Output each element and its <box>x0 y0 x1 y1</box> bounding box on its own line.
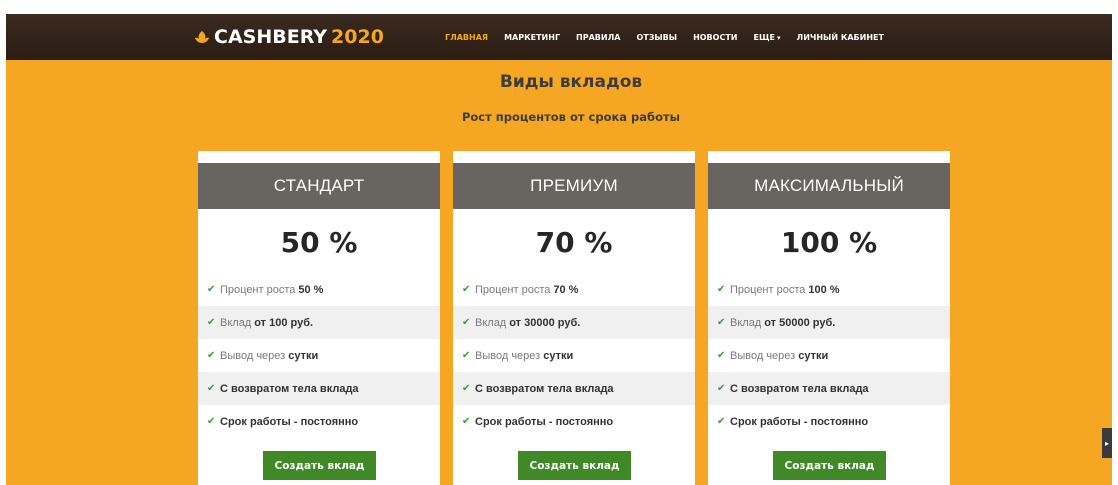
feature-label: Вклад <box>475 316 507 329</box>
nav-item-news[interactable]: НОВОСТИ <box>693 33 737 42</box>
main-menu: ГЛАВНАЯ МАРКЕТИНГ ПРАВИЛА ОТЗЫВЫ НОВОСТИ… <box>445 30 884 44</box>
create-deposit-button[interactable]: Создать вклад <box>773 451 886 480</box>
feature-label: Процент роста <box>730 283 806 296</box>
feature-label: Срок работы - постоянно <box>220 415 359 428</box>
plan-name: ПРЕМИУМ <box>453 163 695 209</box>
top-navbar: CASHBERY 2020 ГЛАВНАЯ МАРКЕТИНГ ПРАВИЛА … <box>6 14 1112 60</box>
feature-withdraw: ✔ Вывод через сутки <box>198 339 440 372</box>
feature-label: С возвратом тела вклада <box>220 382 359 395</box>
feature-label: Вывод через <box>220 349 286 362</box>
plan-card-premium: ПРЕМИУМ 70 % ✔ Процент роста 70 % ✔ Вклад от… <box>453 151 695 485</box>
check-icon: ✔ <box>462 416 471 427</box>
feature-label: Вывод через <box>730 349 796 362</box>
feature-label: Срок работы - постоянно <box>475 415 614 428</box>
plan-card-standard: СТАНДАРТ 50 % ✔ Процент роста 50 % ✔ Вклад о… <box>198 151 440 485</box>
check-icon: ✔ <box>462 317 471 328</box>
check-icon: ✔ <box>207 383 216 394</box>
feature-label: Процент роста <box>475 283 551 296</box>
feature-withdraw: ✔ Вывод через сутки <box>453 339 695 372</box>
check-icon: ✔ <box>717 284 726 295</box>
feature-label: Вклад <box>220 316 252 329</box>
feature-value: сутки <box>288 349 319 362</box>
feature-term: ✔ Срок работы - постоянно <box>453 405 695 438</box>
feature-label: Процент роста <box>220 283 296 296</box>
check-icon: ✔ <box>207 284 216 295</box>
check-icon: ✔ <box>717 416 726 427</box>
plan-name: СТАНДАРТ <box>198 163 440 209</box>
create-deposit-button[interactable]: Создать вклад <box>518 451 631 480</box>
section-title: Виды вкладов <box>499 72 643 92</box>
check-icon: ✔ <box>207 416 216 427</box>
site-logo[interactable]: CASHBERY 2020 <box>194 24 384 50</box>
feature-return-body: ✔ С возвратом тела вклада <box>708 372 950 405</box>
feature-label: Вывод через <box>475 349 541 362</box>
feature-label: Вклад <box>730 316 762 329</box>
check-icon: ✔ <box>717 383 726 394</box>
check-icon: ✔ <box>717 350 726 361</box>
feature-term: ✔ Срок работы - постоянно <box>708 405 950 438</box>
feature-return-body: ✔ С возвратом тела вклада <box>198 372 440 405</box>
feature-value: от 30000 руб. <box>509 316 581 329</box>
feature-deposit: ✔ Вклад от 100 руб. <box>198 306 440 339</box>
feature-return-body: ✔ С возвратом тела вклада <box>453 372 695 405</box>
feature-value: сутки <box>798 349 829 362</box>
nav-item-reviews[interactable]: ОТЗЫВЫ <box>636 33 677 42</box>
nav-item-more[interactable]: ЕЩЕ ▾ <box>753 33 780 42</box>
scroll-tab-icon[interactable]: ▸ <box>1102 428 1112 458</box>
feature-withdraw: ✔ Вывод через сутки <box>708 339 950 372</box>
feature-growth: ✔ Процент роста 70 % <box>453 273 695 306</box>
logo-brand-name: CASHBERY <box>214 26 328 48</box>
create-deposit-button[interactable]: Создать вклад <box>263 451 376 480</box>
nav-item-cabinet[interactable]: ЛИЧНЫЙ КАБИНЕТ <box>797 33 884 42</box>
feature-label: С возвратом тела вклада <box>730 382 869 395</box>
nav-item-home[interactable]: ГЛАВНАЯ <box>445 33 488 42</box>
check-icon: ✔ <box>207 350 216 361</box>
feature-value: от 100 руб. <box>254 316 314 329</box>
feature-value: 50 % <box>298 283 324 296</box>
feature-label: Срок работы - постоянно <box>730 415 869 428</box>
plan-features: ✔ Процент роста 50 % ✔ Вклад от 100 руб. ✔ Вы… <box>198 273 440 438</box>
page: CASHBERY 2020 ГЛАВНАЯ МАРКЕТИНГ ПРАВИЛА … <box>6 14 1112 485</box>
nav-item-more-label: ЕЩЕ <box>753 32 776 42</box>
feature-value: сутки <box>543 349 574 362</box>
plan-features: ✔ Процент роста 70 % ✔ Вклад от 30000 руб. ✔… <box>453 273 695 438</box>
check-icon: ✔ <box>207 317 216 328</box>
logo-year: 2020 <box>331 26 384 48</box>
plan-card-maximum: МАКСИМАЛЬНЫЙ 100 % ✔ Процент роста 100 % ✔… <box>708 151 950 485</box>
plan-features: ✔ Процент роста 100 % ✔ Вклад от 50000 руб. … <box>708 273 950 438</box>
feature-term: ✔ Срок работы - постоянно <box>198 405 440 438</box>
plan-percent: 50 % <box>280 226 358 259</box>
feature-deposit: ✔ Вклад от 50000 руб. <box>708 306 950 339</box>
section-subtitle: Рост процентов от срока работы <box>461 110 681 124</box>
feature-value: 70 % <box>553 283 579 296</box>
nav-item-marketing[interactable]: МАРКЕТИНГ <box>504 33 560 42</box>
plan-percent: 100 % <box>780 226 878 259</box>
feature-value: от 50000 руб. <box>764 316 836 329</box>
feature-label: С возвратом тела вклада <box>475 382 614 395</box>
check-icon: ✔ <box>462 350 471 361</box>
chevron-down-icon: ▾ <box>777 33 781 42</box>
check-icon: ✔ <box>462 284 471 295</box>
plan-percent: 70 % <box>535 226 613 259</box>
plan-name: МАКСИМАЛЬНЫЙ <box>708 163 950 209</box>
feature-deposit: ✔ Вклад от 30000 руб. <box>453 306 695 339</box>
check-icon: ✔ <box>717 317 726 328</box>
feature-growth: ✔ Процент роста 50 % <box>198 273 440 306</box>
feature-value: 100 % <box>808 283 840 296</box>
feature-growth: ✔ Процент роста 100 % <box>708 273 950 306</box>
leaf-logo-icon <box>195 31 209 43</box>
check-icon: ✔ <box>462 383 471 394</box>
nav-item-rules[interactable]: ПРАВИЛА <box>576 33 620 42</box>
